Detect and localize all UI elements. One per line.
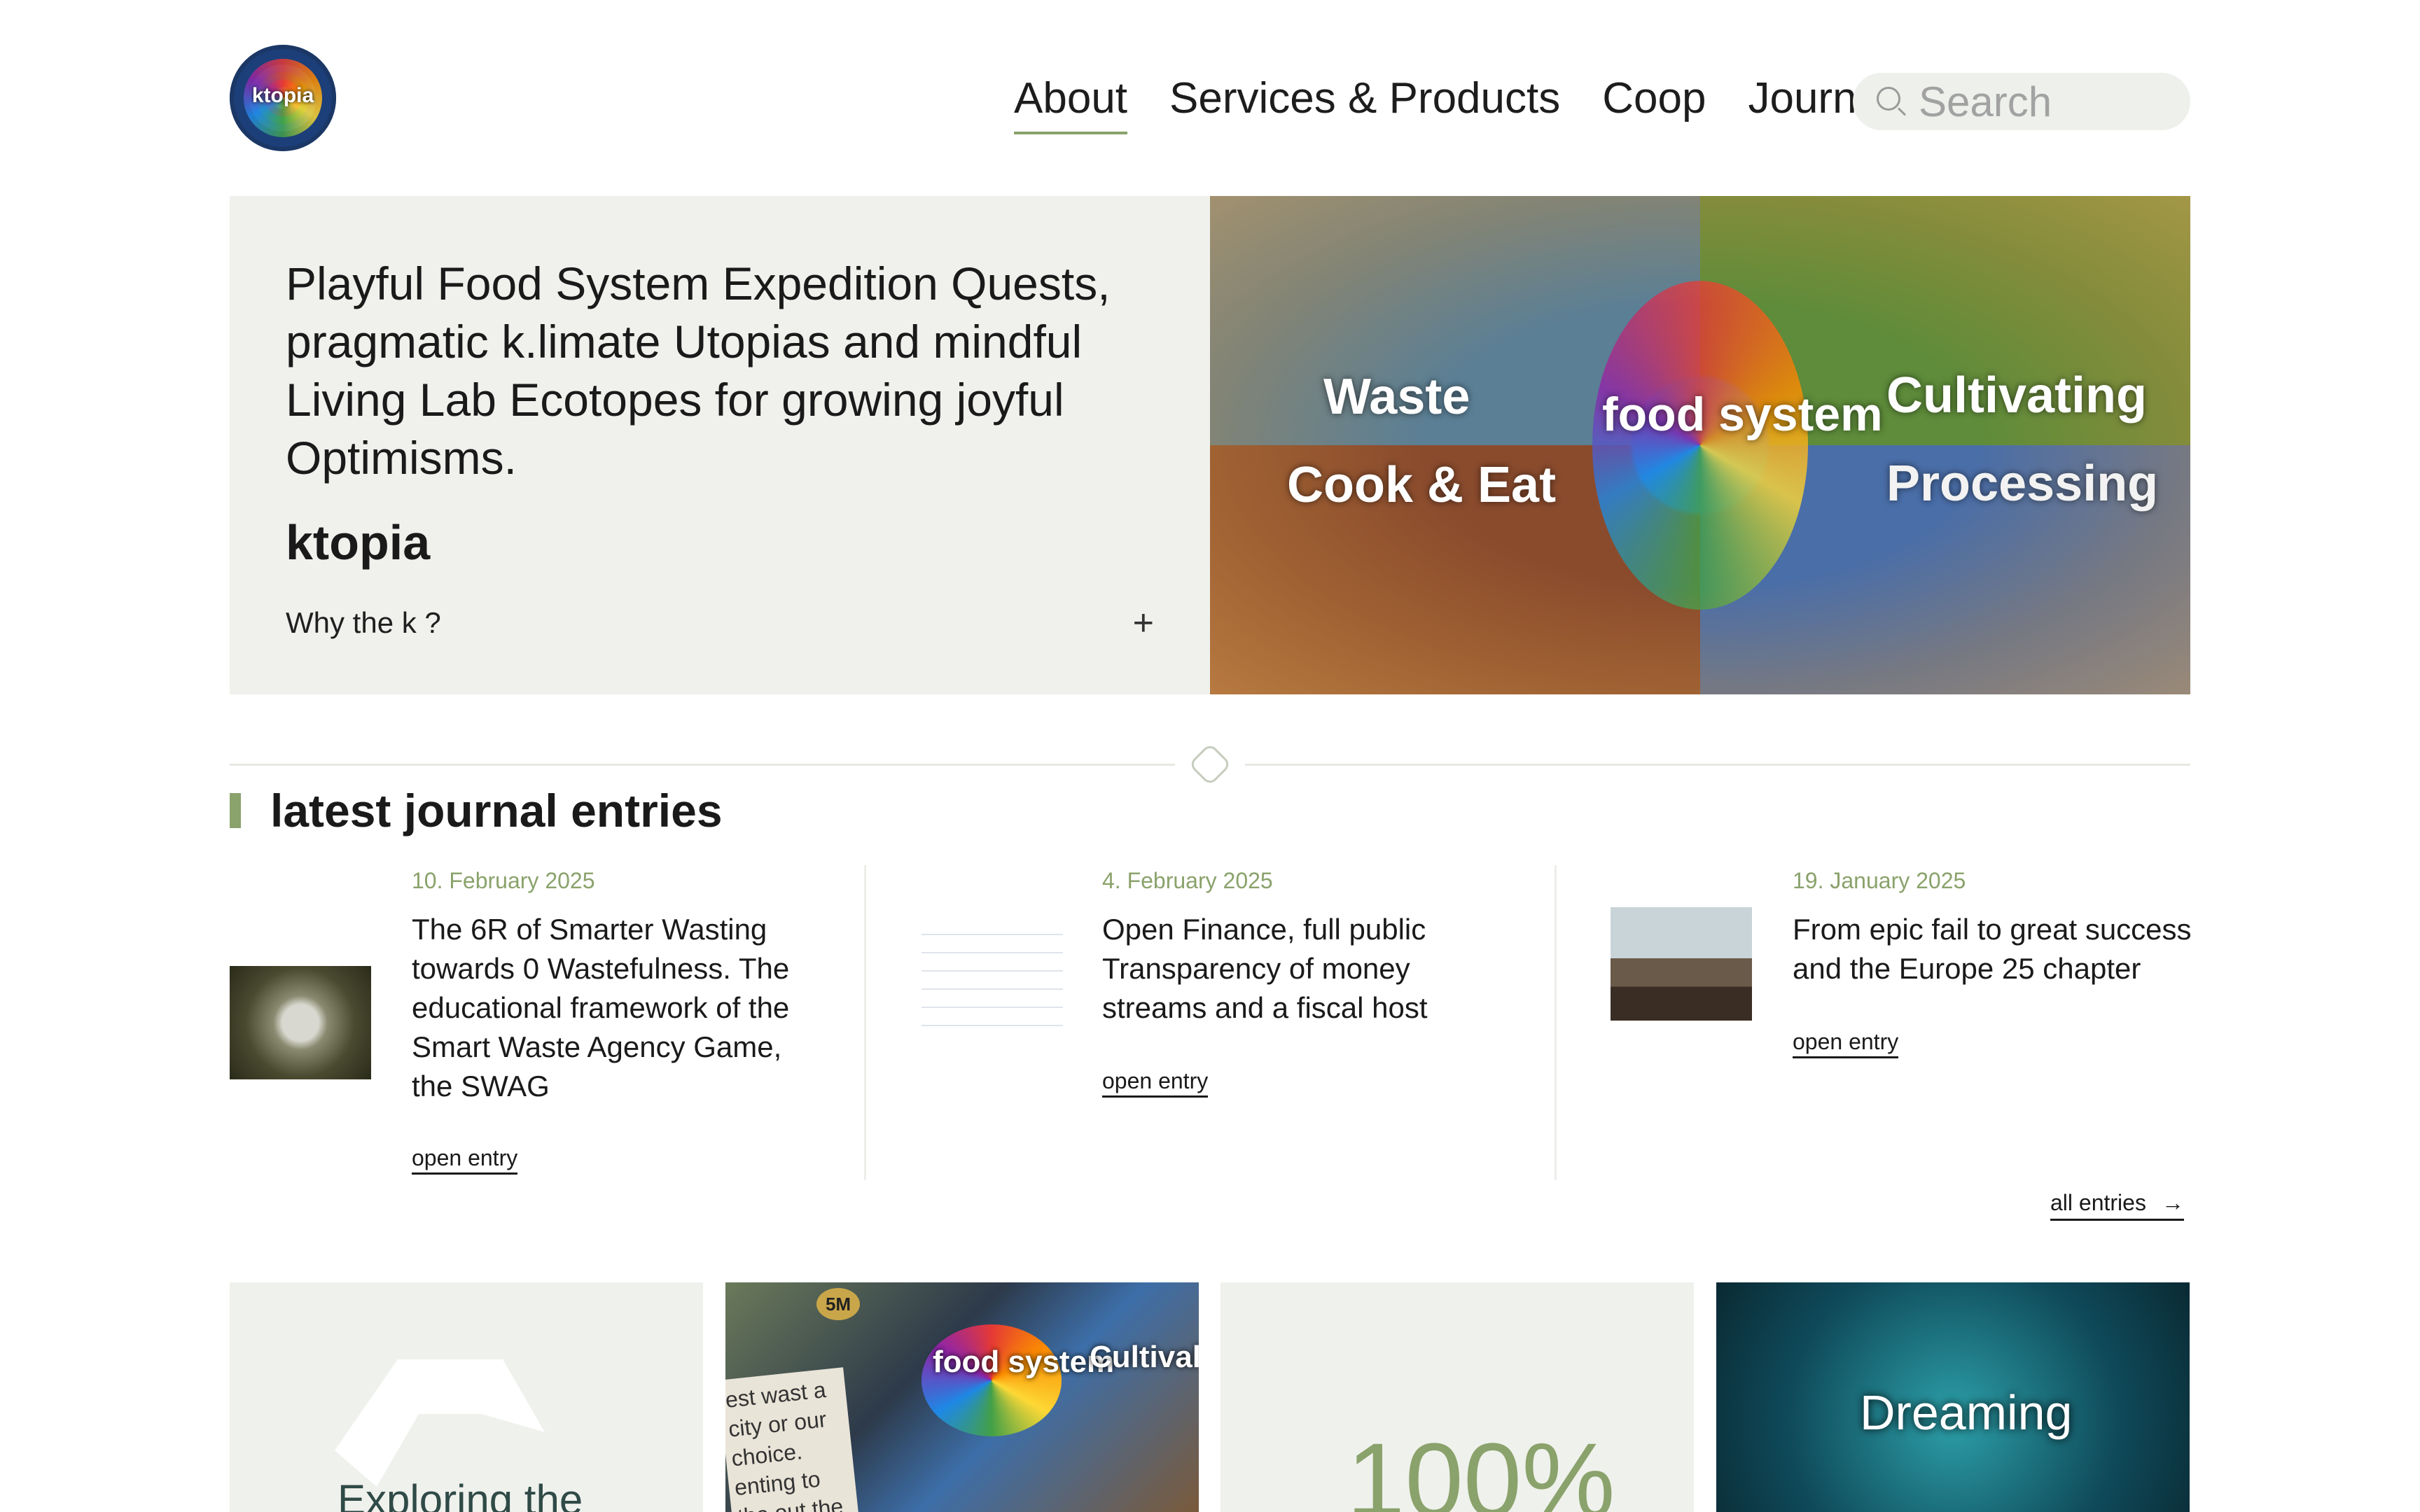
logo-text: ktopia: [251, 84, 314, 107]
card-cultivating-label: Cultival: [1090, 1340, 1199, 1374]
card-food-system-game[interactable]: 5M food system Cultival est wast a city …: [725, 1282, 1199, 1512]
entry-title[interactable]: Open Finance, full public Transparency o…: [1102, 910, 1508, 1028]
entry-date: 10. February 2025: [412, 868, 595, 893]
hero-brand: ktopia: [286, 515, 431, 570]
hero-tagline: Playful Food System Expedition Quests, p…: [286, 258, 1111, 484]
label-cook-eat: Cook & Eat: [1287, 457, 1557, 513]
why-the-k-accordion[interactable]: Why the k ? +: [286, 602, 1154, 644]
ktopia-logo[interactable]: ktopia: [230, 45, 336, 151]
nav-about[interactable]: About: [1014, 73, 1128, 134]
label-food-system: food system: [1602, 388, 1883, 441]
card-percentage-value: 100%: [1347, 1421, 1615, 1512]
nav-coop[interactable]: Coop: [1602, 73, 1706, 125]
label-waste: Waste: [1323, 369, 1470, 425]
arrow-right-icon: →: [2161, 1190, 2184, 1215]
why-the-k-label: Why the k ?: [286, 606, 441, 639]
card-percentage[interactable]: 100%: [1221, 1282, 1694, 1512]
card-exploring[interactable]: Exploring the: [230, 1282, 703, 1512]
card-dreaming[interactable]: Dreaming: [1716, 1282, 2190, 1512]
open-entry-link[interactable]: open entry: [1793, 1029, 1899, 1058]
all-entries-link[interactable]: all entries →: [2050, 1190, 2184, 1221]
card-badge: 5M: [816, 1288, 860, 1320]
entry-separator: [864, 865, 866, 1180]
plus-icon[interactable]: +: [1133, 602, 1154, 644]
entry-separator: [1555, 865, 1557, 1180]
search-input[interactable]: [1919, 77, 2171, 126]
journal-section-title: latest journal entries: [230, 784, 723, 837]
card-food-system-label: food system: [933, 1345, 1115, 1379]
entry-date: 4. February 2025: [1102, 868, 1273, 893]
hero-panel: Playful Food System Expedition Quests, p…: [230, 196, 1210, 694]
food-system-wheel: [922, 1324, 1062, 1436]
main-nav: About Services & Products Coop Journal: [1014, 73, 1933, 134]
search-box[interactable]: [1853, 73, 2190, 130]
entry-thumbnail[interactable]: [1611, 907, 1752, 1021]
label-processing: Processing: [1886, 456, 2159, 512]
open-entry-link[interactable]: open entry: [412, 1145, 518, 1175]
all-entries-label: all entries: [2050, 1190, 2146, 1215]
label-cultivating: Cultivating: [1886, 368, 2147, 424]
nav-services-products[interactable]: Services & Products: [1169, 73, 1560, 125]
divider-line-left: [230, 764, 1175, 766]
search-icon: [1877, 87, 1900, 111]
food-system-illustration: Waste Cook & Eat Cultivating Processing …: [1210, 196, 2190, 694]
entry-date: 19. January 2025: [1793, 868, 1966, 893]
open-entry-link[interactable]: open entry: [1102, 1068, 1209, 1098]
card-exploring-text: Exploring the: [338, 1476, 583, 1512]
entry-title[interactable]: From epic fail to great success and the …: [1793, 910, 2199, 988]
card-note: est wast a city or our choice. enting to…: [725, 1367, 860, 1512]
journal-heading: latest journal entries: [270, 785, 723, 836]
entry-thumbnail[interactable]: [922, 925, 1063, 1039]
divider-line-right: [1245, 764, 2190, 766]
title-accent-bar: [230, 793, 241, 828]
flower-ornament-icon: [1188, 742, 1232, 787]
entry-thumbnail[interactable]: [230, 966, 371, 1079]
entry-title[interactable]: The 6R of Smarter Wasting towards 0 Wast…: [412, 910, 818, 1106]
card-dreaming-text: Dreaming: [1860, 1385, 2073, 1440]
